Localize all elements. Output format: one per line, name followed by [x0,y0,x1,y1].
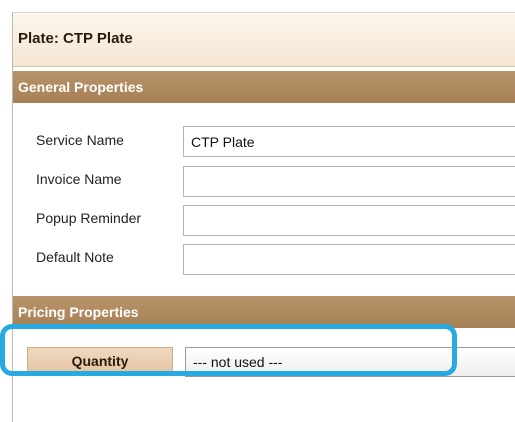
page-title: Plate: CTP Plate [18,30,133,47]
service-name-label: Service Name [36,132,124,148]
popup-reminder-input[interactable] [183,205,515,236]
quantity-dropdown[interactable]: --- not used --- [185,347,515,377]
default-note-input[interactable] [183,244,515,275]
invoice-name-label: Invoice Name [36,171,122,187]
general-properties-header: General Properties [13,71,515,103]
title-bar: Plate: CTP Plate [13,13,515,67]
pricing-properties-header: Pricing Properties [13,296,515,328]
default-note-label: Default Note [36,249,114,265]
invoice-name-input[interactable] [183,166,515,197]
popup-reminder-label: Popup Reminder [36,210,142,226]
plate-properties-panel: Plate: CTP Plate General Properties Serv… [12,12,515,422]
service-name-input[interactable] [183,126,515,157]
quantity-label: Quantity [27,347,173,376]
page: Plate: CTP Plate General Properties Serv… [0,0,515,422]
